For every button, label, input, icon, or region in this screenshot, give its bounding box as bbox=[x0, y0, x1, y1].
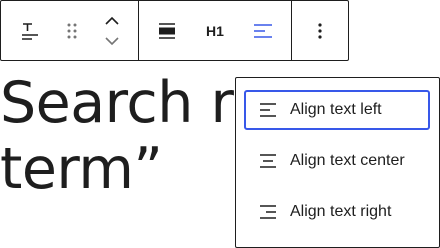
menu-item-align-right[interactable]: Align text right bbox=[244, 192, 430, 232]
align-text-button[interactable] bbox=[245, 1, 281, 60]
align-wide-icon bbox=[159, 22, 175, 39]
more-vertical-icon bbox=[318, 22, 322, 39]
menu-item-align-center[interactable]: Align text center bbox=[244, 141, 430, 181]
wide-align-button[interactable] bbox=[149, 1, 185, 60]
drag-handle-button[interactable] bbox=[57, 1, 87, 60]
block-type-button[interactable] bbox=[12, 1, 48, 60]
move-up-down-buttons[interactable] bbox=[97, 1, 127, 60]
align-left-icon bbox=[254, 23, 272, 38]
drag-handle-icon bbox=[67, 23, 77, 38]
move-up-down-icon bbox=[105, 16, 119, 45]
align-text-menu: Align text left Align text center Align … bbox=[235, 77, 440, 248]
paragraph-heading-icon bbox=[21, 22, 38, 40]
menu-item-align-left[interactable]: Align text left bbox=[244, 90, 430, 130]
toolbar-group-formatting: H1 bbox=[138, 1, 291, 60]
toolbar-group-block bbox=[1, 1, 138, 60]
heading-level-button[interactable]: H1 bbox=[197, 1, 233, 60]
menu-item-label: Align text right bbox=[290, 203, 392, 220]
align-right-icon bbox=[250, 200, 286, 224]
heading-level-label: H1 bbox=[206, 22, 224, 39]
align-center-icon bbox=[250, 149, 286, 173]
menu-item-label: Align text left bbox=[290, 101, 382, 118]
block-toolbar: H1 bbox=[0, 0, 349, 61]
more-options-button[interactable] bbox=[302, 1, 338, 60]
align-left-icon bbox=[250, 98, 286, 122]
toolbar-group-options bbox=[291, 1, 348, 60]
menu-item-label: Align text center bbox=[290, 152, 405, 169]
